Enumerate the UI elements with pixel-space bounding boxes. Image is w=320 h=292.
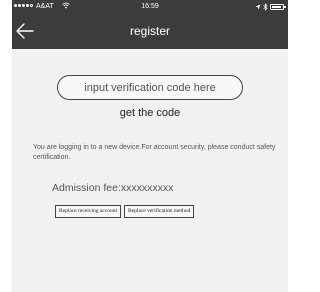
location-arrow-icon [255, 4, 261, 9]
status-bar: A&AT 16:59 [12, 0, 288, 13]
replace-method-button[interactable]: Replace verification method [124, 205, 195, 218]
status-time: 16:59 [141, 3, 159, 10]
nav-bar: register [12, 13, 288, 49]
battery-icon [270, 3, 286, 10]
page-title: register [129, 24, 170, 38]
bluetooth-icon [263, 2, 268, 11]
admission-fee: Admission fee:xxxxxxxxxx [52, 182, 173, 194]
admission-fee-label: Admission fee: [52, 182, 121, 194]
app-screen: A&AT 16:59 register input verification c… [12, 0, 288, 292]
top-bar: A&AT 16:59 register [12, 0, 288, 49]
replace-account-button[interactable]: Replace receiving account [55, 205, 122, 218]
verification-code-input[interactable] [57, 75, 243, 100]
security-notice: You are logging in to a new device.For a… [33, 144, 276, 161]
action-buttons: Replace receiving account Replace verifi… [55, 205, 195, 218]
status-right-icons [255, 0, 286, 13]
admission-fee-value: xxxxxxxxxx [120, 182, 174, 194]
get-code-button[interactable]: get the code [12, 107, 288, 119]
arrow-left-icon[interactable] [13, 19, 37, 43]
